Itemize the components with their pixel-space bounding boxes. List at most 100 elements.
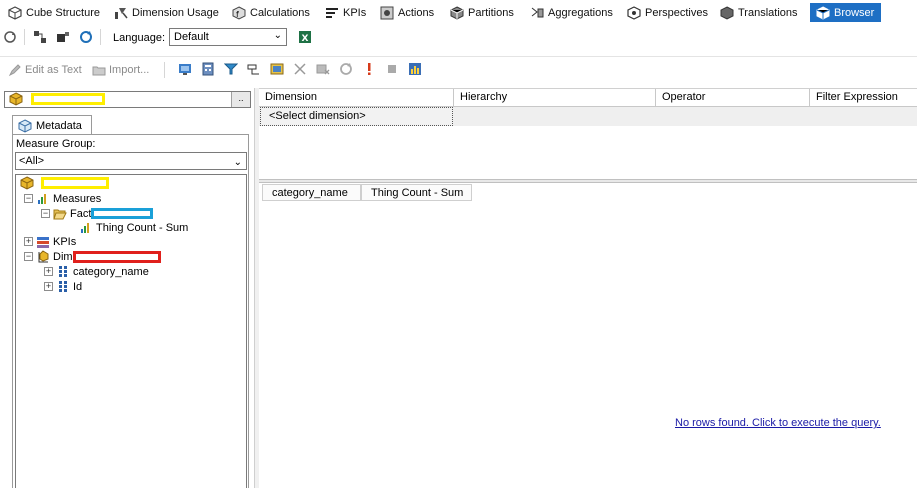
tab-calculations[interactable]: f Calculations (232, 3, 310, 22)
browser-icon (816, 5, 830, 20)
calculations-icon: f (232, 5, 246, 20)
filter-header-filter-expression[interactable]: Filter Expression (810, 89, 917, 107)
tree-node-label: Dim (53, 250, 73, 263)
tree-node-id[interactable]: + Id (44, 279, 82, 294)
tab-label: Dimension Usage (132, 6, 219, 19)
refresh-data-button[interactable] (339, 62, 353, 76)
tree-node-fact[interactable]: − Fact (41, 206, 154, 221)
delete-button[interactable] (293, 62, 307, 76)
tab-aggregations[interactable]: Aggregations (530, 3, 613, 22)
tab-actions[interactable]: Actions (380, 3, 434, 22)
excel-button[interactable]: X (298, 30, 312, 44)
edit-as-text-button[interactable]: Edit as Text (8, 63, 82, 77)
measure-icon (79, 221, 93, 235)
cube-selector[interactable]: .. (4, 91, 251, 108)
result-column-header[interactable]: Thing Count - Sum (361, 184, 472, 201)
result-column-header[interactable]: category_name (262, 184, 361, 201)
dimension-usage-icon (114, 6, 128, 20)
designer-tab-bar: Cube Structure Dimension Usage f Calcula… (0, 0, 917, 25)
redacted-fact-name (91, 208, 154, 219)
auto-execute-icon (270, 62, 284, 76)
show-empty-cells-button[interactable] (247, 62, 261, 76)
aggregations-icon (530, 6, 544, 20)
cube-browse-button[interactable]: .. (231, 92, 250, 107)
clear-results-icon (316, 62, 330, 76)
tab-label: Translations (738, 6, 798, 19)
reconnect-icon (3, 30, 17, 44)
collapse-toggle[interactable]: − (24, 194, 33, 203)
partitions-icon (450, 5, 464, 20)
tree-node-measures[interactable]: − Measures (24, 191, 101, 206)
tab-label: Browser (834, 6, 875, 19)
language-value: Default (174, 31, 209, 43)
filter-header-hierarchy[interactable]: Hierarchy (454, 89, 656, 107)
metadata-tab-label: Metadata (36, 119, 82, 132)
stop-icon (385, 62, 399, 76)
redacted-cube-name (41, 176, 109, 189)
svg-text:f: f (236, 10, 239, 19)
filter-header-operator[interactable]: Operator (656, 89, 810, 107)
translations-icon (720, 5, 734, 20)
reconnect-button[interactable] (3, 30, 17, 44)
collapse-toggle[interactable]: − (41, 209, 50, 218)
tab-browser[interactable]: Browser (810, 3, 881, 22)
actions-icon (380, 6, 394, 20)
toolbar-separator (164, 62, 165, 78)
collapse-toggle[interactable]: − (24, 252, 33, 261)
calculator-button[interactable] (201, 62, 215, 76)
design-mode-icon (178, 62, 192, 76)
tab-translations[interactable]: Translations (720, 3, 798, 22)
tree-node-thing-count-sum[interactable]: Thing Count - Sum (79, 220, 188, 235)
cancel-query-button[interactable] (385, 62, 399, 76)
tab-perspectives[interactable]: Perspectives (627, 3, 708, 22)
measure-group-select[interactable]: <All> ⌄ (15, 152, 247, 170)
tree-node-label: Measures (53, 192, 102, 205)
import-icon (92, 63, 106, 77)
edit-text-icon (8, 63, 22, 77)
filter-button[interactable] (223, 62, 239, 76)
design-mode-button[interactable] (178, 62, 192, 76)
clear-results-button[interactable] (316, 62, 330, 76)
excel-icon: X (298, 30, 312, 44)
expand-toggle[interactable]: + (44, 267, 53, 276)
refresh-button[interactable] (79, 30, 93, 44)
refresh-icon (339, 62, 353, 76)
empty-cells-icon (247, 62, 261, 76)
tab-dimension-usage[interactable]: Dimension Usage (114, 3, 219, 22)
dimension-icon (36, 249, 50, 264)
auto-execute-button[interactable] (270, 62, 284, 76)
tree-node-kpis[interactable]: + KPIs (24, 234, 76, 249)
svg-text:X: X (302, 34, 309, 44)
analyze-in-excel-button[interactable] (408, 62, 422, 76)
import-button[interactable]: Import... (92, 63, 149, 77)
tree-node-label: Thing Count - Sum (96, 221, 189, 234)
chart-icon (408, 62, 422, 76)
tree-node-label: KPIs (53, 235, 77, 248)
tree-node-dimension[interactable]: − Dim (24, 249, 161, 264)
measure-group-label: Measure Group: (16, 138, 96, 150)
exclamation-icon (362, 62, 376, 76)
measures-icon (36, 192, 50, 206)
tree-node-category-name[interactable]: + category_name (44, 264, 149, 279)
filter-icon (223, 62, 239, 76)
expand-toggle[interactable]: + (44, 282, 53, 291)
process-button[interactable] (33, 30, 47, 44)
filter-header-dimension[interactable]: Dimension (259, 89, 454, 107)
metadata-icon (18, 118, 32, 133)
tab-kpis[interactable]: KPIs (325, 3, 366, 22)
language-select[interactable]: Default ⌄ (169, 28, 287, 46)
deploy-button[interactable] (56, 30, 70, 44)
query-toolbar: Edit as Text Import... (0, 56, 917, 82)
tab-label: Actions (398, 6, 435, 19)
tab-partitions[interactable]: Partitions (450, 3, 514, 22)
language-label: Language: (113, 32, 165, 44)
execute-query-link[interactable]: No rows found. Click to execute the quer… (675, 417, 881, 429)
tab-metadata[interactable]: Metadata (12, 115, 92, 135)
select-dimension-cell[interactable]: <Select dimension> (260, 107, 453, 126)
expand-toggle[interactable]: + (24, 237, 33, 246)
tab-cube-structure[interactable]: Cube Structure (8, 3, 100, 22)
tab-label: KPIs (343, 6, 367, 19)
execute-query-button[interactable] (362, 62, 376, 76)
tree-node-cube[interactable] (20, 175, 109, 190)
filter-grid: Dimension Hierarchy Operator Filter Expr… (259, 88, 917, 180)
